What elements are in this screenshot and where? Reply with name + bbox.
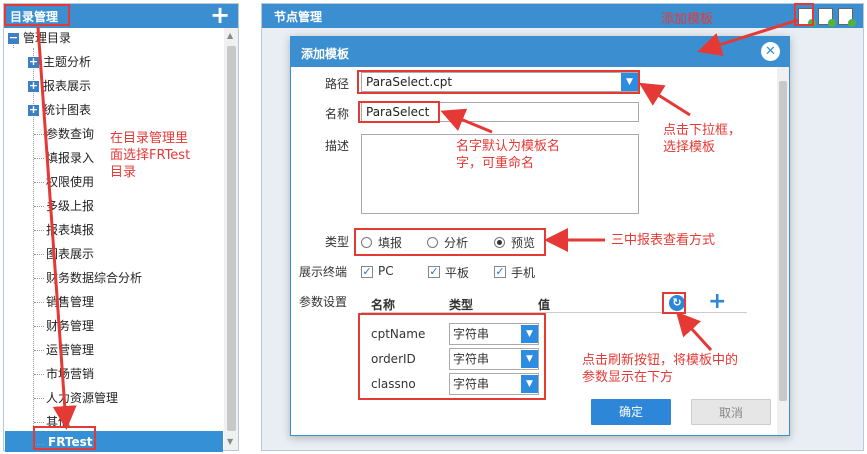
arrow-name xyxy=(440,108,493,134)
arrow-tree xyxy=(36,26,77,430)
arrow-dropdown xyxy=(638,82,691,117)
arrow-add-template xyxy=(697,18,799,57)
annotation-arrows xyxy=(36,18,799,430)
arrow-refresh xyxy=(675,311,713,352)
